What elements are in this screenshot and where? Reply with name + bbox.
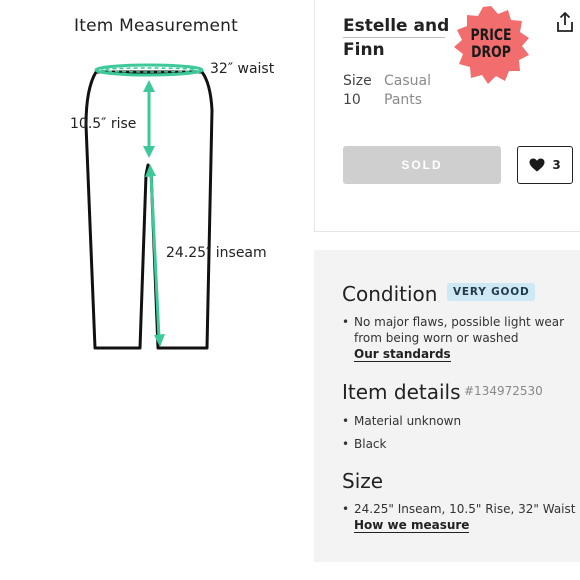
share-icon: [557, 12, 573, 32]
condition-badge: VERY GOOD: [447, 283, 536, 301]
price-drop-badge: PRICE DROP: [450, 4, 532, 86]
size-text: 24.25" Inseam, 10.5" Rise, 32" Waist: [354, 502, 576, 516]
rise-arrow: [143, 80, 155, 158]
material-text: Material unknown: [354, 414, 462, 428]
item-details-title: Item details: [342, 380, 461, 404]
category-line-1: Casual: [384, 73, 431, 89]
condition-title: Condition: [342, 282, 438, 306]
like-button[interactable]: 3: [517, 146, 573, 184]
size-label: Size: [343, 73, 372, 89]
rise-label: 10.5″ rise: [70, 116, 137, 132]
size-info: Size 10: [343, 72, 372, 110]
badge-line-1: PRICE: [470, 25, 512, 44]
brand-underline: [343, 37, 445, 38]
our-standards-link[interactable]: Our standards: [354, 347, 451, 362]
condition-text: No major flaws, possible light wear from…: [354, 315, 565, 345]
waist-label: 32″ waist: [210, 61, 275, 77]
category-line-2: Pants: [384, 92, 423, 108]
material-bullet: • Material unknown: [342, 413, 577, 429]
pants-illustration: [84, 63, 214, 350]
condition-bullet: • No major flaws, possible light wear fr…: [342, 314, 577, 346]
size-bullet: • 24.25" Inseam, 10.5" Rise, 32" Waist: [342, 502, 576, 516]
inseam-label: 24.25″ inseam: [166, 245, 267, 261]
inseam-arrow: [145, 164, 165, 347]
category-info: Casual Pants: [384, 72, 431, 110]
color-bullet: • Black: [342, 436, 577, 452]
heart-icon: [529, 158, 545, 172]
waist-measure-line: [94, 63, 204, 77]
size-value: 10: [343, 92, 361, 108]
brand-name[interactable]: Estelle and Finn: [343, 14, 453, 62]
listing-header-card: Estelle and Finn Size 10 Casual Pants PR…: [314, 0, 580, 232]
sold-button[interactable]: SOLD: [343, 146, 501, 184]
color-text: Black: [354, 437, 387, 451]
item-details-panel: Condition VERY GOOD • No major flaws, po…: [314, 250, 580, 562]
like-count: 3: [552, 158, 561, 172]
size-title: Size: [342, 469, 384, 493]
measurement-diagram: Item Measurement 32″ waist 10.5″ rise 24…: [0, 0, 315, 580]
item-id: #134972530: [464, 384, 543, 398]
how-we-measure-link[interactable]: How we measure: [354, 518, 470, 533]
badge-line-2: DROP: [471, 42, 511, 61]
share-button[interactable]: [555, 11, 575, 33]
